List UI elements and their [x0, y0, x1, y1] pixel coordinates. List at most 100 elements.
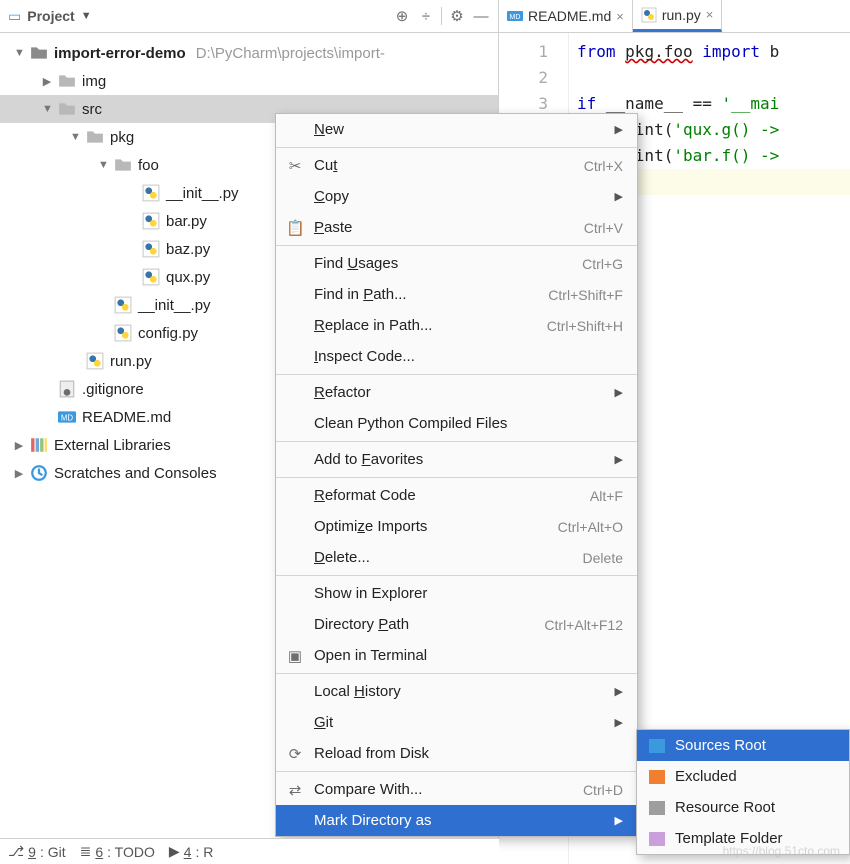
- menu-label: Mark Directory as: [314, 812, 605, 829]
- menu-item[interactable]: New ▶: [276, 114, 637, 145]
- paste-icon: 📋: [286, 219, 304, 237]
- chevron-right-icon: ▶: [615, 123, 623, 136]
- tree-label: __init__.py: [138, 297, 211, 314]
- tree-label: config.py: [138, 325, 198, 342]
- tab-label: run.py: [662, 7, 701, 23]
- chevron-right-icon: ▶: [615, 716, 623, 729]
- lib-icon: [30, 436, 48, 454]
- folder-color-icon: [649, 832, 665, 846]
- menu-item[interactable]: Local History ▶: [276, 676, 637, 707]
- tree-label: Scratches and Consoles: [54, 465, 217, 482]
- menu-item[interactable]: Inspect Code...: [276, 341, 637, 372]
- md-icon: MD: [58, 408, 76, 426]
- submenu-item[interactable]: Resource Root: [637, 792, 849, 823]
- py-icon: [86, 352, 104, 370]
- menu-item[interactable]: ⟳ Reload from Disk: [276, 738, 637, 769]
- project-icon: ▭: [8, 8, 21, 25]
- menu-item[interactable]: Clean Python Compiled Files: [276, 408, 637, 439]
- menu-item[interactable]: Find in Path...Ctrl+Shift+F: [276, 279, 637, 310]
- menu-item[interactable]: ✂CutCtrl+X: [276, 150, 637, 181]
- menu-item[interactable]: Optimize ImportsCtrl+Alt+O: [276, 511, 637, 542]
- py-icon: [142, 184, 160, 202]
- chevron-right-icon: ▶: [615, 190, 623, 203]
- project-toolbar: ▭ Project ▼ ⊕ ÷ ⚙ —: [0, 0, 498, 33]
- chevron-right-icon: ▶: [615, 685, 623, 698]
- menu-item[interactable]: Mark Directory as ▶: [276, 805, 637, 836]
- target-icon[interactable]: ⊕: [393, 7, 411, 25]
- svg-text:MD: MD: [61, 413, 74, 422]
- compare-icon: ⇄: [286, 781, 304, 799]
- menu-item[interactable]: 📋PasteCtrl+V: [276, 212, 637, 243]
- status-item[interactable]: ▶ 4: R: [169, 843, 213, 860]
- status-item[interactable]: ≣ 6: TODO: [80, 843, 155, 860]
- tree-label: src: [82, 101, 102, 118]
- arrow-down-icon[interactable]: ▼: [42, 103, 52, 115]
- menu-label: Local History: [314, 683, 605, 700]
- menu-item[interactable]: Replace in Path...Ctrl+Shift+H: [276, 310, 637, 341]
- collapse-icon[interactable]: ÷: [417, 8, 435, 25]
- tree-label: .gitignore: [82, 381, 144, 398]
- reload-icon: ⟳: [286, 745, 304, 763]
- arrow-right-icon[interactable]: ▶: [14, 467, 24, 480]
- project-title[interactable]: Project ▼: [27, 8, 91, 24]
- menu-label: Cut: [314, 157, 574, 174]
- menu-label: Delete...: [314, 549, 573, 566]
- menu-shortcut: Ctrl+Alt+F12: [544, 617, 623, 633]
- arrow-right-icon[interactable]: ▶: [42, 75, 52, 88]
- gear-icon[interactable]: ⚙: [448, 7, 466, 25]
- menu-item[interactable]: Delete...Delete: [276, 542, 637, 573]
- list-icon: ≣: [80, 843, 92, 860]
- branch-icon: ⎇: [8, 843, 24, 860]
- tree-item[interactable]: ▶ img: [0, 67, 498, 95]
- tree-label: baz.py: [166, 241, 210, 258]
- editor-tab[interactable]: MDREADME.md×: [499, 0, 633, 32]
- minimize-icon[interactable]: —: [472, 8, 490, 25]
- menu-item[interactable]: Find UsagesCtrl+G: [276, 248, 637, 279]
- menu-item[interactable]: Git▶: [276, 707, 637, 738]
- md-icon: MD: [507, 8, 523, 24]
- editor-tab[interactable]: run.py ×: [633, 0, 723, 32]
- arrow-down-icon[interactable]: ▼: [14, 47, 24, 59]
- menu-label: New: [314, 121, 605, 138]
- menu-item[interactable]: Show in Explorer: [276, 578, 637, 609]
- menu-shortcut: Alt+F: [590, 488, 623, 504]
- py-icon: [641, 7, 657, 23]
- menu-shortcut: Ctrl+G: [582, 256, 623, 272]
- arrow-down-icon[interactable]: ▼: [70, 131, 80, 143]
- menu-item[interactable]: ▣Open in Terminal: [276, 640, 637, 671]
- menu-item[interactable]: Reformat CodeAlt+F: [276, 480, 637, 511]
- arrow-down-icon[interactable]: ▼: [98, 159, 108, 171]
- submenu-item[interactable]: Excluded: [637, 761, 849, 792]
- submenu-item[interactable]: Sources Root: [637, 730, 849, 761]
- menu-label: Refactor: [314, 384, 605, 401]
- menu-label: Copy: [314, 188, 605, 205]
- close-icon[interactable]: ×: [616, 9, 624, 24]
- arrow-right-icon[interactable]: ▶: [14, 439, 24, 452]
- menu-label: Directory Path: [314, 616, 534, 633]
- menu-label: Compare With...: [314, 781, 573, 798]
- menu-label: Paste: [314, 219, 574, 236]
- gitignore-icon: [58, 380, 76, 398]
- menu-label: Clean Python Compiled Files: [314, 415, 623, 432]
- menu-item[interactable]: Add to Favorites▶: [276, 444, 637, 475]
- menu-item[interactable]: Copy ▶: [276, 181, 637, 212]
- tree-label: import-error-demo: [54, 45, 186, 62]
- menu-item[interactable]: Directory Path Ctrl+Alt+F12: [276, 609, 637, 640]
- tree-label: __init__.py: [166, 185, 239, 202]
- tree-label: img: [82, 73, 106, 90]
- menu-item[interactable]: ⇄ Compare With... Ctrl+D: [276, 774, 637, 805]
- folder-color-icon: [649, 770, 665, 784]
- tree-item[interactable]: ▼import-error-demo D:\PyCharm\projects\i…: [0, 39, 498, 67]
- menu-item[interactable]: Refactor▶: [276, 377, 637, 408]
- play-icon: ▶: [169, 843, 180, 860]
- menu-label: Reload from Disk: [314, 745, 623, 762]
- status-item[interactable]: ⎇ 9: Git: [8, 843, 66, 860]
- chevron-right-icon: ▶: [615, 814, 623, 827]
- context-menu[interactable]: New▶✂CutCtrl+XCopy▶📋PasteCtrl+VFind Usag…: [275, 113, 638, 837]
- menu-shortcut: Ctrl+D: [583, 782, 623, 798]
- tree-label: External Libraries: [54, 437, 171, 454]
- menu-shortcut: Ctrl+Shift+F: [548, 287, 623, 303]
- close-icon[interactable]: ×: [706, 7, 714, 22]
- menu-shortcut: Ctrl+X: [584, 158, 623, 174]
- mark-directory-submenu[interactable]: Sources RootExcludedResource RootTemplat…: [636, 729, 850, 855]
